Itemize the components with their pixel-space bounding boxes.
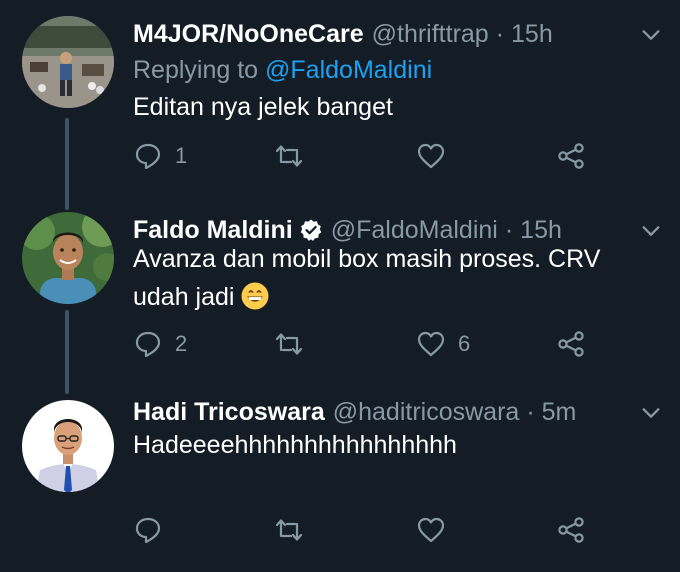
reply-count: 1 bbox=[175, 143, 188, 168]
share-icon bbox=[558, 143, 584, 169]
tweet[interactable]: M4JOR/NoOneCare @thrifttrap · 15h Replyi… bbox=[0, 16, 680, 196]
retweet-icon bbox=[275, 145, 303, 167]
share-icon bbox=[558, 517, 584, 543]
replying-to: Replying to @FaldoMaldini bbox=[133, 56, 432, 85]
reply-count: 2 bbox=[175, 331, 188, 356]
grinning-face-emoji bbox=[241, 282, 269, 310]
heart-icon bbox=[417, 143, 445, 169]
reply-icon bbox=[135, 331, 161, 358]
verified-badge-icon bbox=[300, 219, 322, 241]
user-handle[interactable]: @thrifttrap bbox=[372, 20, 489, 49]
user-handle[interactable]: @haditricoswara bbox=[333, 398, 520, 427]
avatar[interactable] bbox=[22, 16, 114, 108]
retweet-icon bbox=[275, 519, 303, 541]
avatar[interactable] bbox=[22, 400, 114, 492]
display-name[interactable]: M4JOR/NoOneCare bbox=[133, 20, 364, 49]
heart-icon bbox=[417, 517, 445, 543]
like-button[interactable] bbox=[416, 138, 458, 174]
share-button[interactable] bbox=[556, 512, 586, 548]
chevron-down-icon[interactable] bbox=[640, 402, 662, 424]
avatar-photo bbox=[22, 212, 114, 304]
reply-button[interactable] bbox=[133, 512, 175, 548]
like-button[interactable] bbox=[416, 512, 458, 548]
action-bar: 2 6 bbox=[0, 326, 680, 362]
share-button[interactable] bbox=[556, 138, 586, 174]
chevron-down-icon[interactable] bbox=[640, 24, 662, 46]
replying-to-label: Replying to bbox=[133, 56, 259, 84]
tweet-header: M4JOR/NoOneCare @thrifttrap · 15h bbox=[133, 16, 553, 52]
avatar[interactable] bbox=[22, 212, 114, 304]
like-count: 6 bbox=[458, 331, 471, 356]
retweet-button[interactable] bbox=[274, 326, 316, 362]
tweet-text: Editan nya jelek banget bbox=[133, 93, 393, 121]
share-icon bbox=[558, 331, 584, 357]
timestamp[interactable]: 15h bbox=[511, 20, 553, 49]
timestamp[interactable]: 5m bbox=[542, 398, 577, 427]
share-button[interactable] bbox=[556, 326, 586, 362]
retweet-button[interactable] bbox=[274, 138, 316, 174]
retweet-button[interactable] bbox=[274, 512, 316, 548]
chevron-down-icon[interactable] bbox=[640, 220, 662, 242]
heart-icon bbox=[417, 331, 445, 357]
mention-link[interactable]: @FaldoMaldini bbox=[265, 56, 432, 84]
action-bar: 1 bbox=[0, 138, 680, 174]
tweet[interactable]: Hadi Tricoswara @haditricoswara · 5m Had… bbox=[0, 398, 680, 560]
tweet-header: Hadi Tricoswara @haditricoswara · 5m bbox=[133, 394, 576, 430]
tweet-text-line: udah jadi bbox=[133, 278, 633, 316]
tweet-text-line: Avanza dan mobil box masih proses. CRV bbox=[133, 245, 601, 273]
reply-button[interactable]: 2 bbox=[133, 326, 187, 362]
retweet-icon bbox=[275, 333, 303, 355]
separator-dot: · bbox=[526, 397, 535, 426]
tweet-text: Avanza dan mobil box masih proses. CRV u… bbox=[133, 240, 633, 316]
like-button[interactable]: 6 bbox=[416, 326, 470, 362]
avatar-photo bbox=[22, 16, 114, 108]
reply-button[interactable]: 1 bbox=[133, 138, 187, 174]
reply-icon bbox=[135, 517, 161, 544]
avatar-illustration bbox=[22, 400, 114, 492]
reply-icon bbox=[135, 143, 161, 170]
display-name[interactable]: Hadi Tricoswara bbox=[133, 398, 325, 427]
separator-dot: · bbox=[495, 19, 505, 48]
tweet-text: Hadeeeehhhhhhhhhhhhhhhh bbox=[133, 431, 457, 459]
tweet[interactable]: Faldo Maldini @FaldoMaldini · 15h Avanza… bbox=[0, 212, 680, 382]
action-bar bbox=[0, 512, 680, 548]
tweet-text-line-2: udah jadi bbox=[133, 283, 235, 311]
